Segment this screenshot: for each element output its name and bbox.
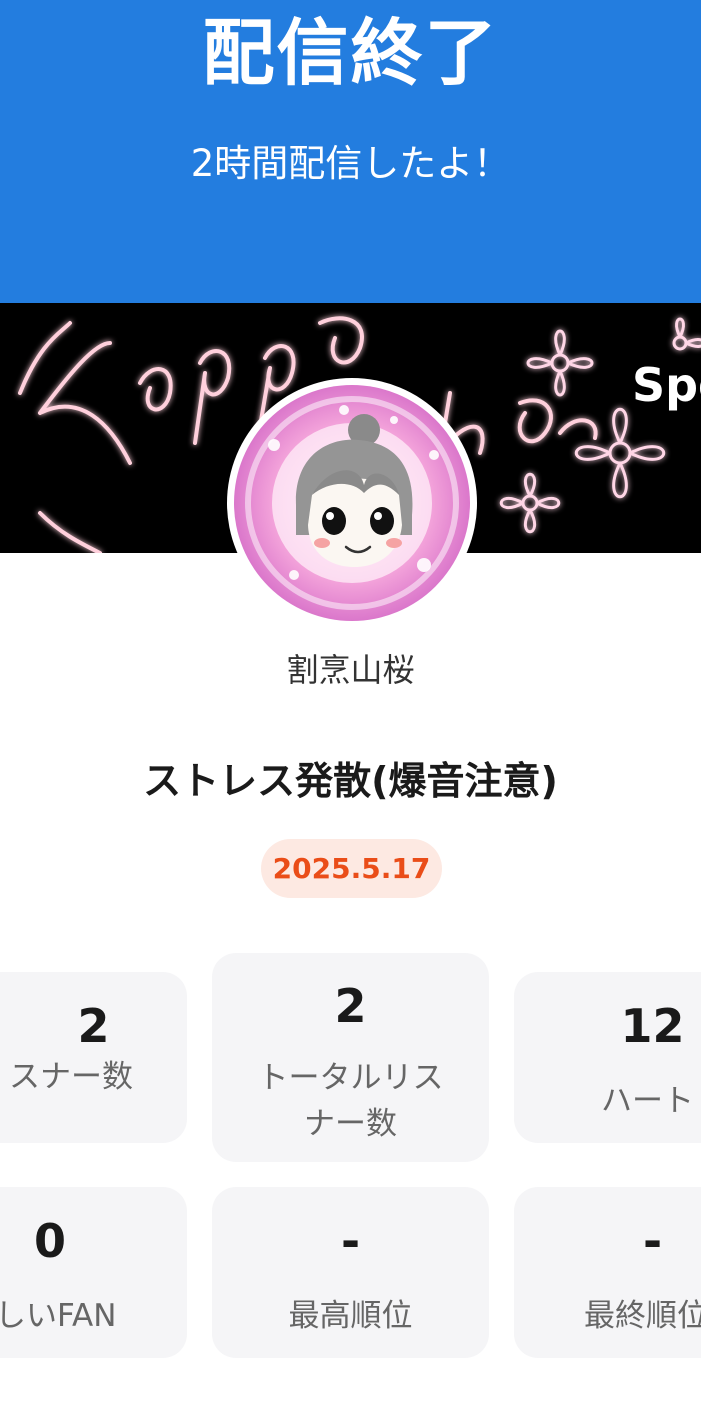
stat-label: しいFAN: [0, 1298, 117, 1334]
page-subtitle: 2時間配信したよ！: [190, 142, 511, 185]
stat-value: 2: [334, 979, 367, 1033]
stat-value: 12: [620, 999, 685, 1053]
stat-label-line1: トータルリス: [257, 1060, 444, 1096]
banner-partial-text: Spo: [632, 358, 701, 412]
page-title: 配信終了: [202, 11, 499, 95]
date-badge: 2025.5.17: [261, 839, 442, 898]
header-panel: 配信終了 2時間配信したよ！: [0, 0, 701, 303]
stat-card-total-listeners: 2 トータルリス ナー数: [212, 953, 489, 1162]
avatar[interactable]: [227, 378, 477, 628]
stat-value: 2: [77, 999, 110, 1053]
stat-card-final-rank: - 最終順位: [514, 1187, 701, 1358]
stat-label: スナー数: [9, 1059, 133, 1095]
username: 割烹山桜: [286, 651, 415, 689]
stat-value: 0: [33, 1214, 66, 1268]
stat-card-highest-rank: - 最高順位: [212, 1187, 489, 1358]
stat-value: -: [340, 1214, 361, 1268]
stat-value: -: [642, 1214, 663, 1268]
stat-label: 最高順位: [288, 1298, 413, 1334]
stat-label: 最終順位: [584, 1298, 701, 1334]
stat-card-listeners: 2 スナー数: [0, 972, 187, 1143]
avatar-image: [234, 385, 470, 621]
stat-label: ハート: [601, 1083, 694, 1119]
character-face-icon: [245, 396, 459, 610]
stat-card-hearts: 12 ハート: [514, 972, 701, 1143]
stream-ended-screen: 配信終了 2時間配信したよ！ Sp 割烹山桜 ストレス発散(爆音注意) 2025…: [0, 0, 701, 1403]
stream-title: ストレス発散(爆音注意): [143, 759, 558, 803]
stat-card-new-fans: 0 しいFAN: [0, 1187, 187, 1358]
stat-label-line2: ナー数: [304, 1106, 397, 1142]
